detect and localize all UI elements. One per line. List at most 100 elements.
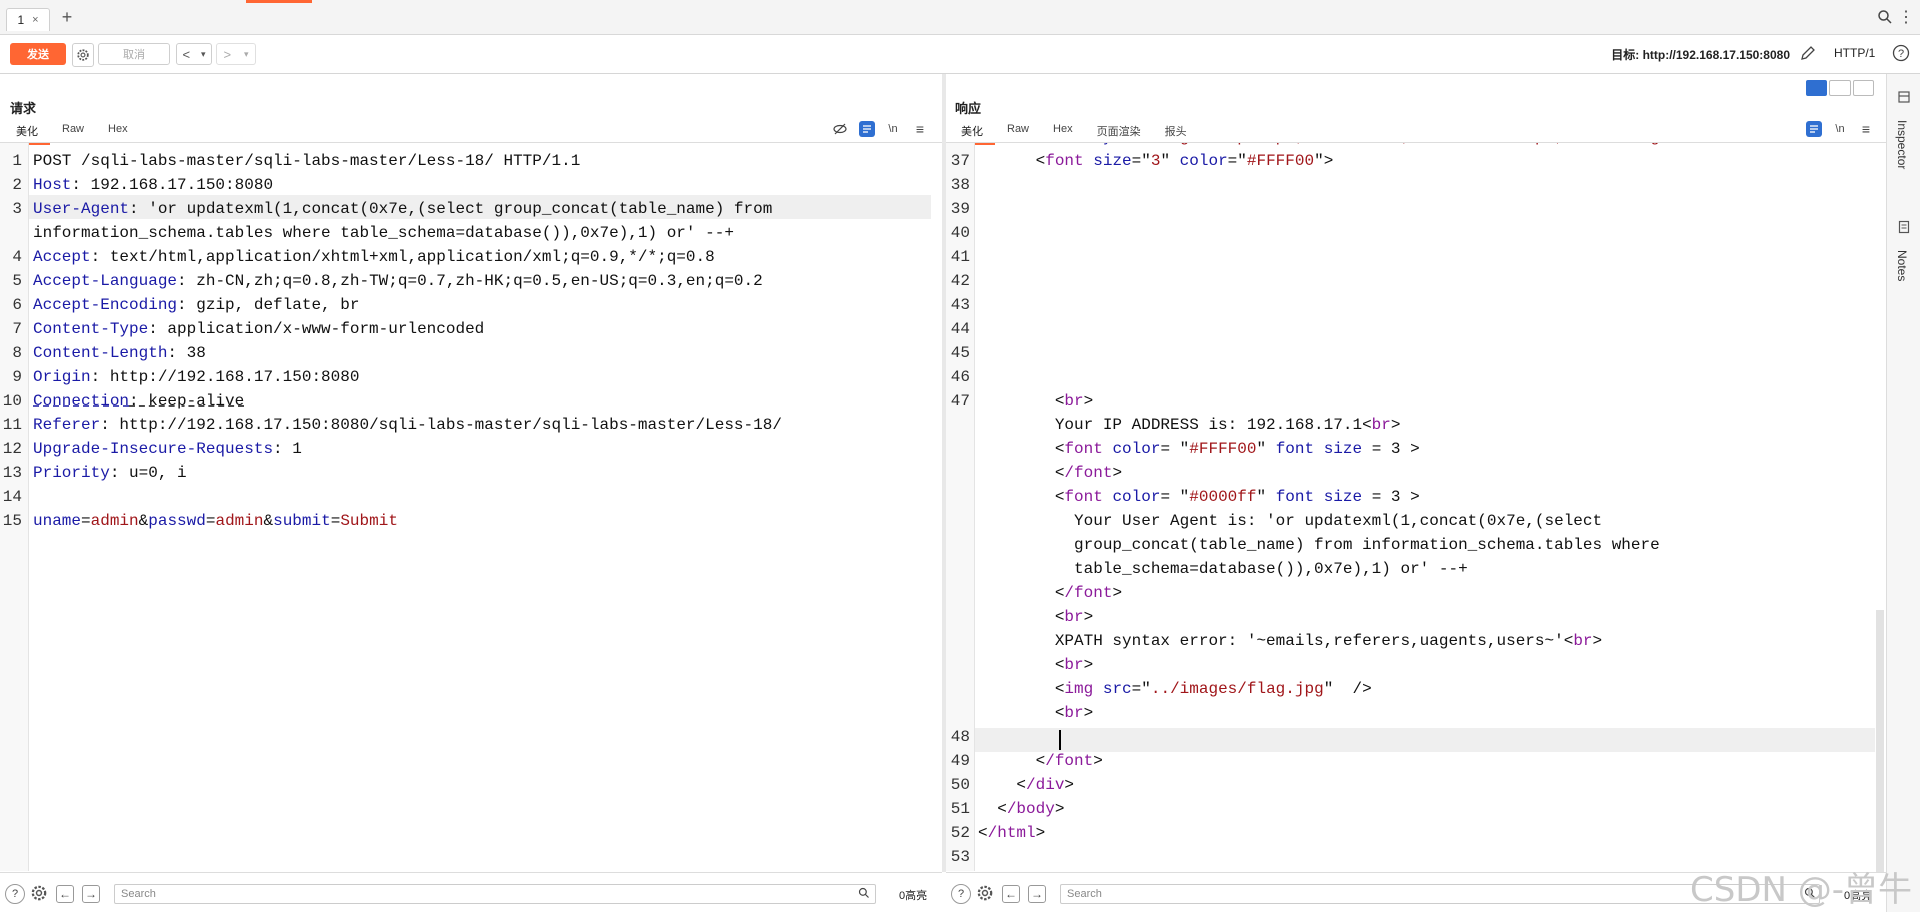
- header-value: : 192.168.17.150:8080: [71, 176, 274, 194]
- header-value: : gzip, deflate, br: [177, 296, 360, 314]
- request-line: Priority: u=0, i: [33, 464, 187, 482]
- inspector-tab[interactable]: Inspector: [1895, 120, 1909, 169]
- response-line: XPATH syntax error: '~emails,referers,ua…: [978, 632, 1603, 650]
- wrap-lines-icon[interactable]: [859, 121, 875, 137]
- request-line: Accept-Language: zh-CN,zh;q=0.8,zh-TW;q=…: [33, 272, 763, 290]
- request-line: Accept-Encoding: gzip, deflate, br: [33, 296, 359, 314]
- line-number: 36: [946, 143, 970, 146]
- help-icon[interactable]: ?: [951, 884, 971, 904]
- header-value: : zh-CN,zh;q=0.8,zh-TW;q=0.7,zh-HK;q=0.5…: [177, 272, 763, 290]
- help-icon[interactable]: ?: [1892, 44, 1910, 62]
- header-name: Accept-Language: [33, 272, 178, 290]
- layout-stacked-icon[interactable]: [1829, 80, 1851, 96]
- line-number: 37: [950, 152, 970, 170]
- notes-tab[interactable]: Notes: [1895, 250, 1909, 281]
- gear-icon[interactable]: [30, 884, 48, 902]
- request-editor[interactable]: 1 2 3 4 5 6 7 8 9 10 11 12 13 14 15 POST /sqli-labs-mas…: [0, 143, 942, 871]
- search-input[interactable]: Search: [114, 884, 876, 904]
- hide-icon[interactable]: [832, 121, 848, 137]
- tab-1[interactable]: 1 ×: [6, 8, 50, 31]
- line-number: 4: [12, 248, 22, 266]
- line-number: 43: [950, 296, 970, 314]
- search-icon[interactable]: [1877, 9, 1893, 25]
- watermark: CSDN @-曾牛: [1690, 870, 1913, 910]
- newline-toggle[interactable]: \n: [885, 121, 901, 137]
- line-number: 40: [950, 224, 970, 242]
- match-count: 0高亮: [899, 890, 928, 902]
- header-value: : application/x-www-form-urlencoded: [148, 320, 485, 338]
- line-number: 44: [950, 320, 970, 338]
- response-line: Your User Agent is: 'or updatexml(1,conc…: [978, 512, 1603, 530]
- line-number: 49: [950, 752, 970, 770]
- line-number: 38: [950, 176, 970, 194]
- response-line: <br>: [1054, 704, 1094, 722]
- previous-match-icon[interactable]: ←: [56, 885, 74, 903]
- wrap-lines-icon[interactable]: [1806, 121, 1822, 137]
- response-line: <font size="3" color="#FFFF00">: [1035, 152, 1334, 170]
- response-line: [978, 728, 1055, 746]
- close-icon[interactable]: ×: [32, 14, 38, 26]
- next-match-icon[interactable]: →: [82, 885, 100, 903]
- notes-icon[interactable]: [1897, 220, 1911, 237]
- header-value: POST /sqli-labs-master/sqli-labs-master/…: [33, 152, 581, 170]
- edit-target-icon[interactable]: [1799, 44, 1817, 62]
- next-match-icon[interactable]: →: [1028, 885, 1046, 903]
- request-line: Connection: keep-alive: [33, 392, 244, 410]
- header-name: Accept-Encoding: [33, 296, 178, 314]
- layout-toggle[interactable]: [1806, 80, 1874, 96]
- separator: =: [81, 512, 91, 530]
- new-tab-button[interactable]: +: [58, 6, 76, 28]
- separator: =: [330, 512, 341, 530]
- response-editor[interactable]: 36 37 38 39 40 41 42 43 44 45 46 47 48 49 50 51 52 53 <di…: [946, 143, 1876, 871]
- line-number: 39: [950, 200, 970, 218]
- http-version[interactable]: HTTP/1: [1834, 46, 1875, 60]
- param-name: submit: [273, 512, 331, 530]
- chevron-down-icon[interactable]: ▾: [201, 49, 206, 60]
- response-line: </div>: [1016, 776, 1075, 794]
- line-number: 2: [12, 176, 22, 194]
- line-number: 14: [2, 488, 22, 506]
- param-value: Submit: [340, 512, 398, 530]
- header-name: Content-Length: [33, 344, 168, 362]
- line-number: 45: [950, 344, 970, 362]
- layout-side-by-side-icon[interactable]: [1806, 80, 1828, 96]
- layout-tabs-icon[interactable]: [1852, 80, 1874, 96]
- header-name: User-Agent: [33, 200, 130, 218]
- cancel-button[interactable]: 取消: [98, 43, 170, 65]
- request-line: Origin: http://192.168.17.150:8080: [33, 368, 359, 386]
- settings-button[interactable]: [72, 43, 94, 67]
- text-caret: [1059, 730, 1061, 750]
- line-number: 50: [950, 776, 970, 794]
- menu-icon[interactable]: ≡: [912, 121, 928, 137]
- response-scrollbar[interactable]: [1876, 610, 1884, 872]
- response-line: </body>: [997, 800, 1065, 818]
- line-number: 8: [12, 344, 22, 362]
- back-arrow-icon: <: [182, 46, 191, 62]
- request-line: Accept: text/html,application/xhtml+xml,…: [33, 248, 715, 266]
- back-button[interactable]: < ▾: [176, 43, 212, 65]
- more-options-icon[interactable]: ⋮: [1898, 6, 1914, 28]
- newline-toggle[interactable]: \n: [1832, 121, 1848, 137]
- response-line: Your IP ADDRESS is: 192.168.17.1<br>: [978, 416, 1401, 434]
- menu-icon[interactable]: ≡: [1858, 121, 1874, 137]
- response-line: <img src="../images/flag.jpg" />: [1054, 680, 1372, 698]
- header-value: information_schema.tables where table_sc…: [33, 224, 734, 242]
- forward-button[interactable]: > ▾: [216, 43, 256, 65]
- response-line: <br>: [1054, 656, 1094, 674]
- chevron-down-icon[interactable]: ▾: [244, 49, 249, 60]
- gear-icon[interactable]: [976, 884, 994, 902]
- request-line: User-Agent: 'or updatexml(1,concat(0x7e,…: [33, 200, 772, 218]
- response-line: table_schema=database()),0x7e),1) or' --…: [978, 560, 1468, 578]
- inspector-icon[interactable]: [1897, 90, 1911, 107]
- request-line: Content-Type: application/x-www-form-url…: [33, 320, 484, 338]
- header-name: Priority: [33, 464, 110, 482]
- header-value: : 1: [273, 440, 302, 458]
- line-number: 7: [12, 320, 22, 338]
- response-line: </font>: [1054, 464, 1123, 482]
- send-button[interactable]: 发送: [10, 43, 66, 65]
- request-line: Referer: http://192.168.17.150:8080/sqli…: [33, 416, 782, 434]
- previous-match-icon[interactable]: ←: [1002, 885, 1020, 903]
- help-icon[interactable]: ?: [5, 884, 25, 904]
- line-number: 6: [12, 296, 22, 314]
- header-value: : keep-alive: [129, 392, 245, 410]
